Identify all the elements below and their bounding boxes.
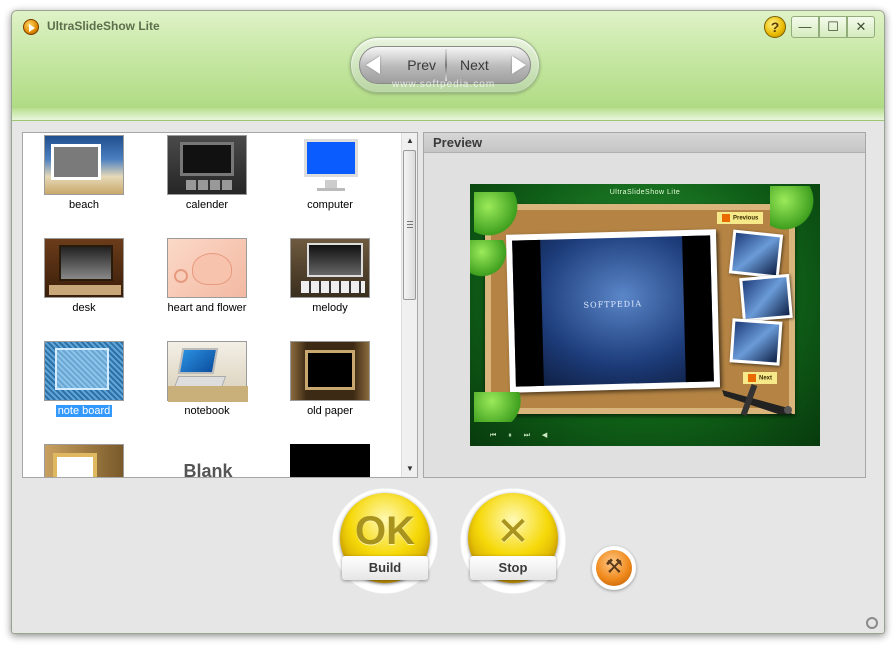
page-indicator [431,101,458,114]
app-logo-icon [23,19,39,35]
blank-label: Blank [183,461,233,477]
window-title: UltraSlideShow Lite [47,19,160,33]
heart-flower-thumbnail [167,238,247,298]
close-button[interactable]: ✕ [847,16,875,38]
scroll-up-icon[interactable]: ▲ [402,133,418,149]
prev-button[interactable]: Prev [360,47,446,83]
ok-icon: OK [355,509,415,553]
scroll-thumb[interactable] [403,150,416,300]
previous-tag-label: Previous [733,215,759,222]
title-header: UltraSlideShow Lite ? — ☐ ✕ Prev Next ww… [12,11,884,121]
black-thumbnail [290,444,370,477]
desk-thumbnail [44,238,124,298]
template-notebook[interactable]: notebook [146,339,266,439]
template-frame[interactable] [23,442,143,477]
template-label: melody [312,302,348,314]
template-desk[interactable]: desk [23,236,143,336]
notebook-thumbnail [167,341,248,402]
preview-header: Preview [424,133,865,153]
scroll-grip-icon [407,221,413,228]
build-label: Build [342,556,428,580]
template-scrollbar[interactable]: ▲ ▼ [401,133,417,477]
template-label: old paper [307,405,353,417]
template-label: computer [307,199,353,211]
minimize-button[interactable]: — [791,16,819,38]
melody-thumbnail [290,238,370,298]
calender-thumbnail [167,135,247,195]
preview-panel: Preview UltraSlideShow Lite Previous Nex… [423,132,866,478]
template-beach[interactable]: beach [23,133,143,233]
playback-controls-icon: ⏮ ⏸ ⏭ ◀ [490,432,553,439]
build-button[interactable]: OK Build [332,487,438,595]
template-calender[interactable]: calender [146,133,266,233]
watermark: www.softpedia.com [392,79,496,90]
maximize-button[interactable]: ☐ [819,16,847,38]
template-old-paper[interactable]: old paper [269,339,389,439]
template-black[interactable] [269,442,389,477]
old-paper-thumbnail [290,341,370,401]
template-melody[interactable]: melody [269,236,389,336]
template-label: desk [72,302,96,314]
template-label: calender [185,199,229,211]
help-button[interactable]: ? [764,16,786,38]
preview-app-title: UltraSlideShow Lite [609,189,681,196]
template-blank[interactable]: Blank [146,442,266,477]
next-button[interactable]: Next [446,47,532,83]
leaves-decoration [770,186,818,234]
template-note-board[interactable]: note board [23,339,143,439]
prev-label: Prev [407,57,436,73]
template-label: heart and flower [167,302,247,314]
template-grid: beach calender computer desk heart and f… [23,133,401,477]
tools-icon: ⚒ [605,556,623,578]
photo-caption: SOFTPEDIA [583,299,643,310]
mini-photo [728,229,784,279]
note-board-thumbnail [44,341,124,401]
beach-thumbnail [44,135,124,195]
leaves-decoration [474,192,522,240]
mini-photo [729,318,783,366]
x-icon: ✕ [496,510,530,554]
frame-thumbnail [44,444,124,477]
preview-previous-tag: Previous [717,212,764,224]
template-label: beach [69,199,99,211]
preview-image: UltraSlideShow Lite Previous Next SOFTPE… [470,184,820,446]
template-computer[interactable]: computer [269,133,389,233]
template-heart-and-flower[interactable]: heart and flower [146,236,266,336]
page-dot[interactable] [449,108,455,114]
mini-photo [739,273,793,323]
template-label: notebook [184,405,230,417]
arrow-left-icon [366,56,380,74]
template-list: beach calender computer desk heart and f… [22,132,418,478]
stop-button[interactable]: ✕ Stop [460,487,566,595]
arrow-right-icon [512,56,526,74]
computer-thumbnail [290,135,370,195]
stop-label: Stop [470,556,556,580]
selected-label-text: note board [55,405,113,417]
leaves-decoration [474,392,534,422]
resize-grip-icon[interactable] [866,617,878,629]
template-label-selected: note board [23,405,145,417]
airplane-icon [722,383,792,417]
preview-main-photo: SOFTPEDIA [505,229,721,393]
page-dot[interactable] [431,108,437,114]
blank-thumbnail: Blank [167,444,247,477]
leaves-decoration [470,240,510,280]
page-dot-active[interactable] [440,108,446,114]
tools-button[interactable]: ⚒ [592,546,636,590]
scroll-down-icon[interactable]: ▼ [402,461,418,477]
app-window: UltraSlideShow Lite ? — ☐ ✕ Prev Next ww… [11,10,885,634]
next-label: Next [460,57,489,73]
